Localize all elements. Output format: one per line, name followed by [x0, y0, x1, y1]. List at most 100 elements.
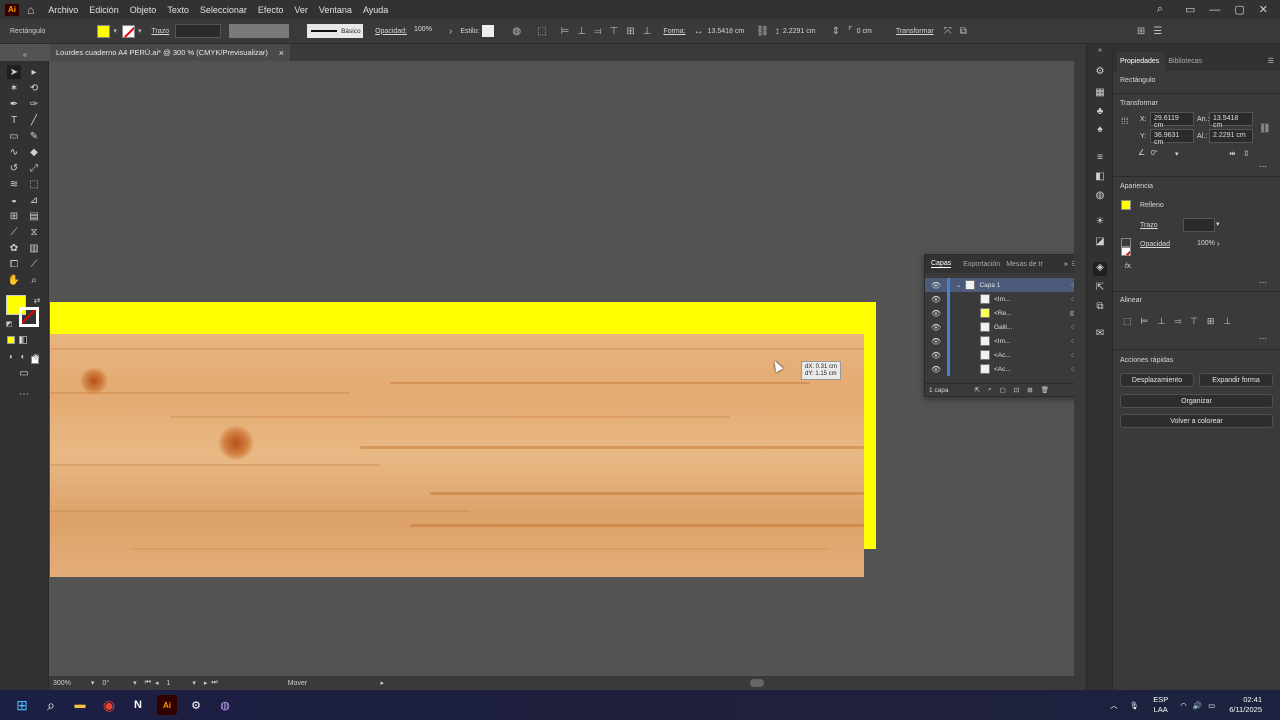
- stroke-color-swatch[interactable]: [19, 307, 39, 327]
- tab-exportacion[interactable]: Exportación: [963, 261, 1000, 268]
- align-center-icon[interactable]: ⊥: [577, 26, 586, 37]
- menu-archivo[interactable]: Archivo: [48, 5, 78, 15]
- visibility-eye-icon[interactable]: 👁: [929, 295, 943, 304]
- prev-artboard-icon[interactable]: ◂: [155, 679, 159, 687]
- maximize-icon[interactable]: ▢: [1234, 3, 1244, 16]
- horizontal-scrollbar[interactable]: [390, 676, 1086, 690]
- brushes-icon[interactable]: ♣: [1093, 106, 1107, 120]
- expand-panel-icon[interactable]: »: [1064, 261, 1068, 268]
- chevron-up-icon[interactable]: ︿: [1110, 700, 1118, 711]
- language-indicator[interactable]: ESP LAA: [1153, 695, 1168, 715]
- file-explorer-icon[interactable]: ▬: [70, 695, 90, 715]
- stroke-weight-field[interactable]: [175, 24, 222, 38]
- graphic-styles-icon[interactable]: ◪: [1093, 236, 1107, 250]
- tab-capas[interactable]: Capas: [931, 260, 952, 268]
- visibility-eye-icon[interactable]: 👁: [929, 281, 943, 290]
- chevron-right-icon[interactable]: ›: [1217, 239, 1220, 248]
- home-icon[interactable]: ⌂: [27, 3, 34, 17]
- hand-tool-icon[interactable]: ✋: [7, 273, 21, 287]
- chevron-down-icon[interactable]: ▾: [1175, 150, 1179, 158]
- color-mode-icon[interactable]: [7, 336, 15, 344]
- wifi-icon[interactable]: ◠: [1180, 701, 1187, 710]
- visibility-eye-icon[interactable]: 👁: [929, 351, 943, 360]
- align-left-icon[interactable]: ⊨: [561, 26, 570, 37]
- stroke-label[interactable]: Trazo: [151, 28, 169, 35]
- export-icon[interactable]: ⇱: [975, 386, 980, 394]
- appearance-icon[interactable]: ☀: [1093, 216, 1107, 230]
- visibility-eye-icon[interactable]: 👁: [929, 323, 943, 332]
- curvature-tool-icon[interactable]: ✑: [27, 97, 41, 111]
- menu-objeto[interactable]: Objeto: [130, 5, 157, 15]
- layer-name[interactable]: <Re...: [994, 310, 1012, 317]
- layer-name[interactable]: <Im...: [994, 338, 1010, 345]
- transparency-icon[interactable]: ◍: [1093, 190, 1107, 204]
- tab-propiedades[interactable]: Propiedades: [1117, 52, 1166, 71]
- artboard-number-field[interactable]: 1: [166, 680, 170, 687]
- link-icon[interactable]: ⛓: [756, 26, 769, 37]
- artboard-tool-icon[interactable]: ⧠: [7, 257, 21, 271]
- tab-bibliotecas[interactable]: Bibliotecas: [1165, 58, 1208, 71]
- more-options-icon[interactable]: ⋯: [1259, 162, 1267, 171]
- search-icon[interactable]: ⌕: [988, 386, 992, 394]
- vertical-scrollbar[interactable]: [1074, 61, 1086, 676]
- layer-name[interactable]: Galli...: [994, 324, 1012, 331]
- transform-icon[interactable]: ⤧: [944, 26, 952, 37]
- stroke-swatch[interactable]: [121, 24, 135, 38]
- eyedropper-tool-icon[interactable]: ⟋: [7, 225, 21, 239]
- visibility-eye-icon[interactable]: 👁: [929, 337, 943, 346]
- illustrator-taskbar-icon[interactable]: Ai: [157, 695, 177, 715]
- layer-row[interactable]: 👁 ⌄ Capa 1 ○: [925, 278, 1075, 292]
- scale-tool-icon[interactable]: ⤢: [27, 161, 41, 175]
- chevron-down-icon[interactable]: ▾: [133, 679, 137, 687]
- libraries-icon[interactable]: ▦: [1093, 87, 1107, 101]
- y-field[interactable]: 36.9631 cm: [1150, 129, 1194, 146]
- gradient-tool-icon[interactable]: ▤: [27, 209, 41, 223]
- status-menu-icon[interactable]: ▸: [380, 679, 384, 687]
- fill-swatch[interactable]: [1121, 200, 1131, 210]
- variable-width-field[interactable]: [229, 24, 290, 38]
- x-field[interactable]: 29.6119 cm: [1150, 112, 1194, 129]
- link-icon[interactable]: ⛓: [1259, 123, 1270, 134]
- stroke-style-field[interactable]: Básico: [307, 24, 364, 38]
- last-artboard-icon[interactable]: ⏭: [211, 679, 217, 687]
- paintbrush-tool-icon[interactable]: ✎: [27, 129, 41, 143]
- chevron-down-icon[interactable]: ▾: [192, 679, 196, 687]
- layer-row[interactable]: 👁 Galli... ○: [925, 320, 1075, 334]
- line-tool-icon[interactable]: ╱: [27, 113, 41, 127]
- layer-row[interactable]: 👁 <Ac... ○: [925, 348, 1075, 362]
- opacity-label[interactable]: Opacidad:: [375, 28, 407, 35]
- arrange-button[interactable]: Organizar: [1120, 394, 1273, 408]
- stroke-panel-icon[interactable]: ≡: [1093, 152, 1107, 166]
- align-top-icon[interactable]: ⊤: [610, 26, 619, 37]
- capcut-icon[interactable]: N: [128, 695, 148, 715]
- align-bottom-icon[interactable]: ⊥: [643, 26, 652, 37]
- microphone-icon[interactable]: 🎙: [1130, 701, 1140, 710]
- direct-selection-tool-icon[interactable]: ▸: [27, 65, 41, 79]
- clip-mask-icon[interactable]: ▢: [1000, 386, 1006, 394]
- more-options-icon[interactable]: ⋯: [1259, 334, 1267, 343]
- visibility-eye-icon[interactable]: 👁: [929, 365, 943, 374]
- align-left-icon[interactable]: ⊨: [1141, 316, 1158, 326]
- recolor-icon[interactable]: ◍: [512, 26, 521, 37]
- delete-layer-icon[interactable]: 🗑: [1041, 386, 1049, 394]
- chevron-down-icon[interactable]: ▾: [91, 679, 95, 687]
- search-icon[interactable]: ⌕: [41, 695, 61, 715]
- menu-ventana[interactable]: Ventana: [319, 5, 352, 15]
- chevron-down-icon[interactable]: ▾: [1216, 220, 1220, 228]
- search-icon[interactable]: ⌕: [1157, 3, 1163, 16]
- opacity-field[interactable]: 100%: [411, 24, 441, 38]
- shaper-tool-icon[interactable]: ∿: [7, 145, 21, 159]
- align-to-icon[interactable]: ⬚: [1123, 316, 1141, 326]
- flip-horizontal-icon[interactable]: ⇹: [1229, 149, 1236, 158]
- minimize-icon[interactable]: —: [1209, 4, 1220, 16]
- stroke-label[interactable]: Trazo: [1140, 222, 1158, 229]
- collapse-panel-icon[interactable]: «: [18, 48, 32, 62]
- document-tab[interactable]: Lourdes cuaderno A4 PERÚ.ai* @ 300 % (CM…: [50, 44, 290, 61]
- slice-tool-icon[interactable]: ⟋: [27, 257, 41, 271]
- selection-tool-icon[interactable]: ➤: [7, 65, 21, 79]
- menu-seleccionar[interactable]: Seleccionar: [200, 5, 247, 15]
- horizontal-scroll-thumb[interactable]: [750, 679, 764, 687]
- align-middle-icon[interactable]: ⊞: [626, 26, 634, 37]
- app-icon[interactable]: ◍: [215, 695, 235, 715]
- free-transform-tool-icon[interactable]: ⬚: [27, 177, 41, 191]
